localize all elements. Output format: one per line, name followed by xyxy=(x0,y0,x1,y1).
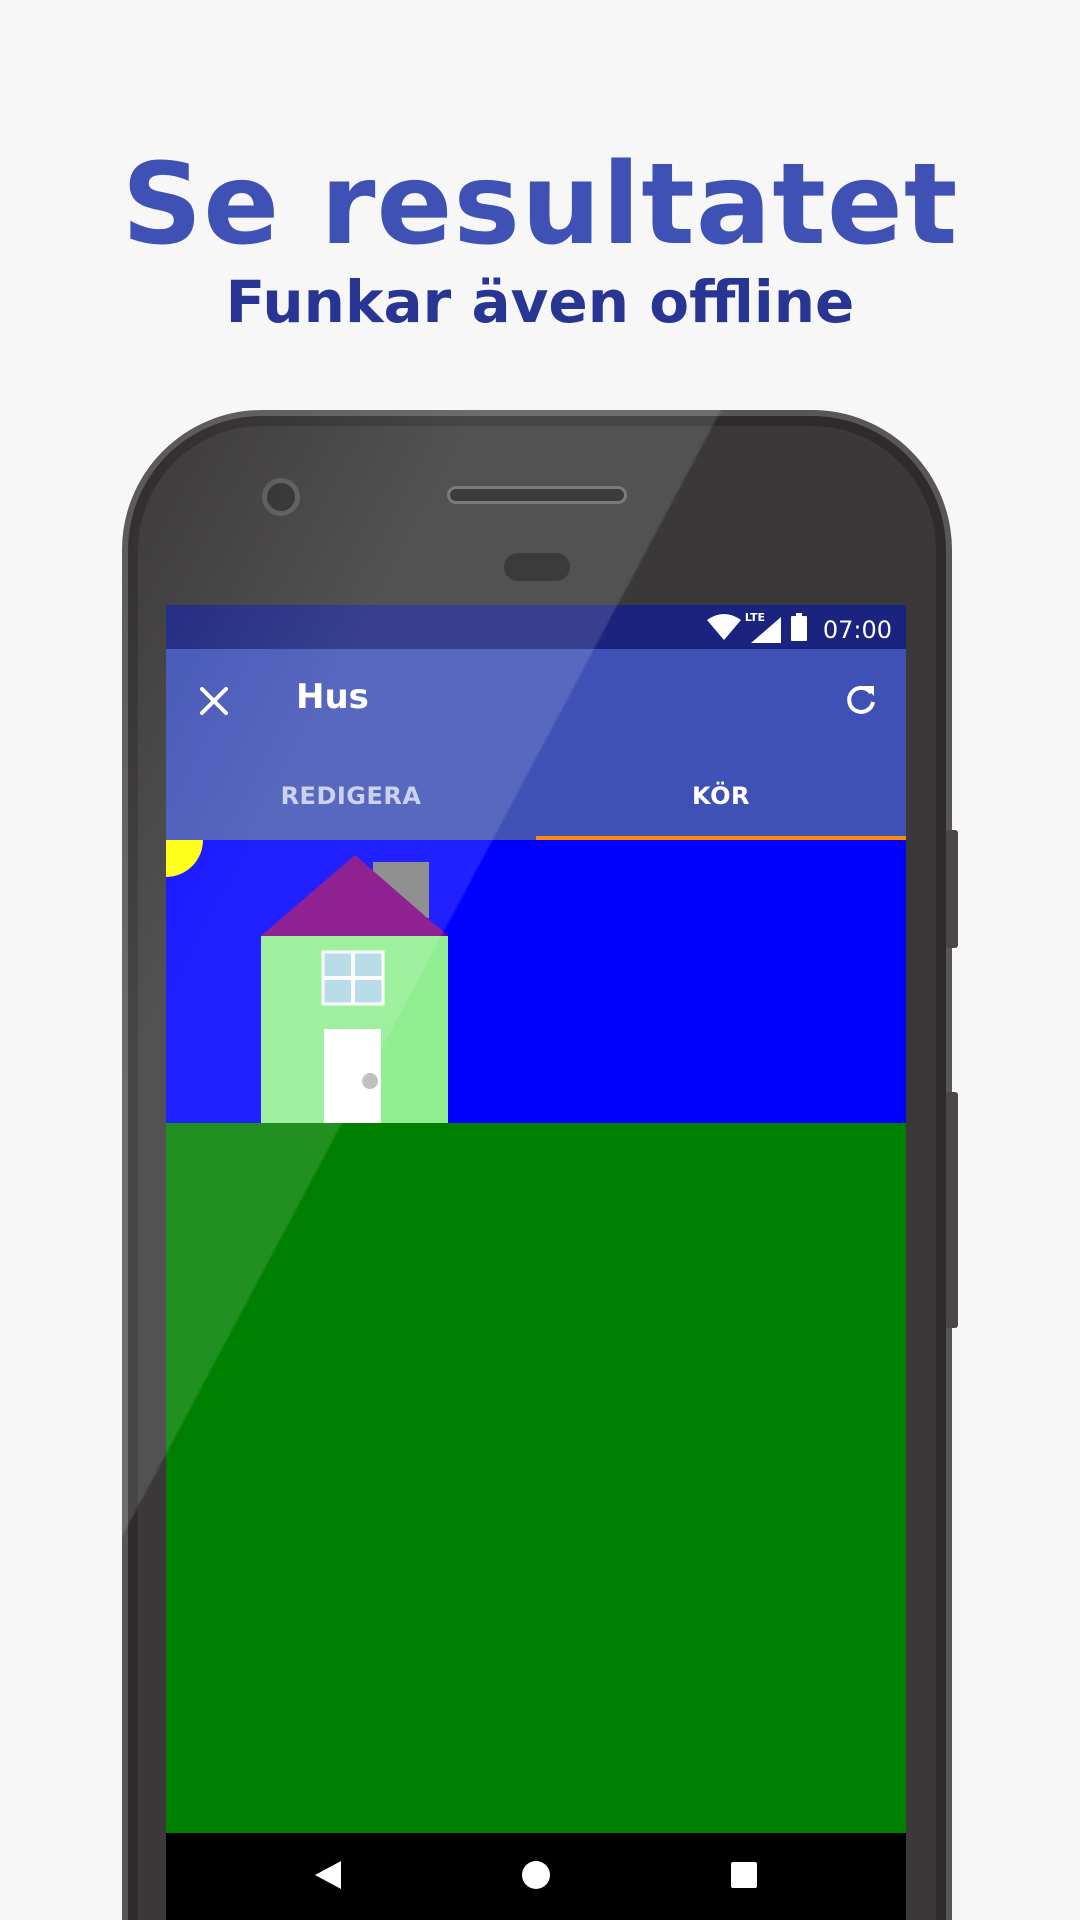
tab-kor[interactable]: KÖR xyxy=(536,752,906,840)
refresh-icon xyxy=(844,683,878,721)
status-time: 07:00 xyxy=(822,616,892,644)
network-type-label: LTE xyxy=(744,611,766,624)
back-icon xyxy=(313,1859,343,1895)
close-button[interactable] xyxy=(190,679,238,727)
tab-bar: REDIGERA KÖR xyxy=(166,752,906,840)
status-bar: LTE 07:00 xyxy=(166,605,906,649)
phone-side-button-volume xyxy=(946,1092,958,1328)
drawing-canvas xyxy=(166,803,906,1840)
tab-redigera[interactable]: REDIGERA xyxy=(166,752,536,840)
proximity-sensor xyxy=(504,553,570,581)
door-knob xyxy=(362,1073,378,1089)
signal-icon: LTE xyxy=(745,611,781,643)
battery-icon xyxy=(790,613,807,647)
earpiece-speaker xyxy=(447,486,627,504)
app-bar: Hus xyxy=(166,649,906,752)
recents-icon xyxy=(730,1861,758,1893)
phone-screen: LTE 07:00 Hus REDIGERA KÖR xyxy=(166,605,906,1920)
close-icon xyxy=(199,686,229,720)
wifi-icon xyxy=(706,614,741,646)
refresh-button[interactable] xyxy=(836,677,886,727)
recents-button[interactable] xyxy=(722,1855,766,1899)
home-icon xyxy=(520,1859,552,1895)
back-button[interactable] xyxy=(306,1855,350,1899)
home-button[interactable] xyxy=(514,1855,558,1899)
promo-subline: Funkar även offline xyxy=(225,268,855,336)
system-nav-bar xyxy=(166,1833,906,1920)
phone-side-button-power xyxy=(946,830,958,948)
promo-headline: Se resultatet xyxy=(121,140,959,270)
front-camera xyxy=(262,478,300,516)
app-bar-title: Hus xyxy=(296,677,369,717)
grass xyxy=(166,1123,906,1840)
